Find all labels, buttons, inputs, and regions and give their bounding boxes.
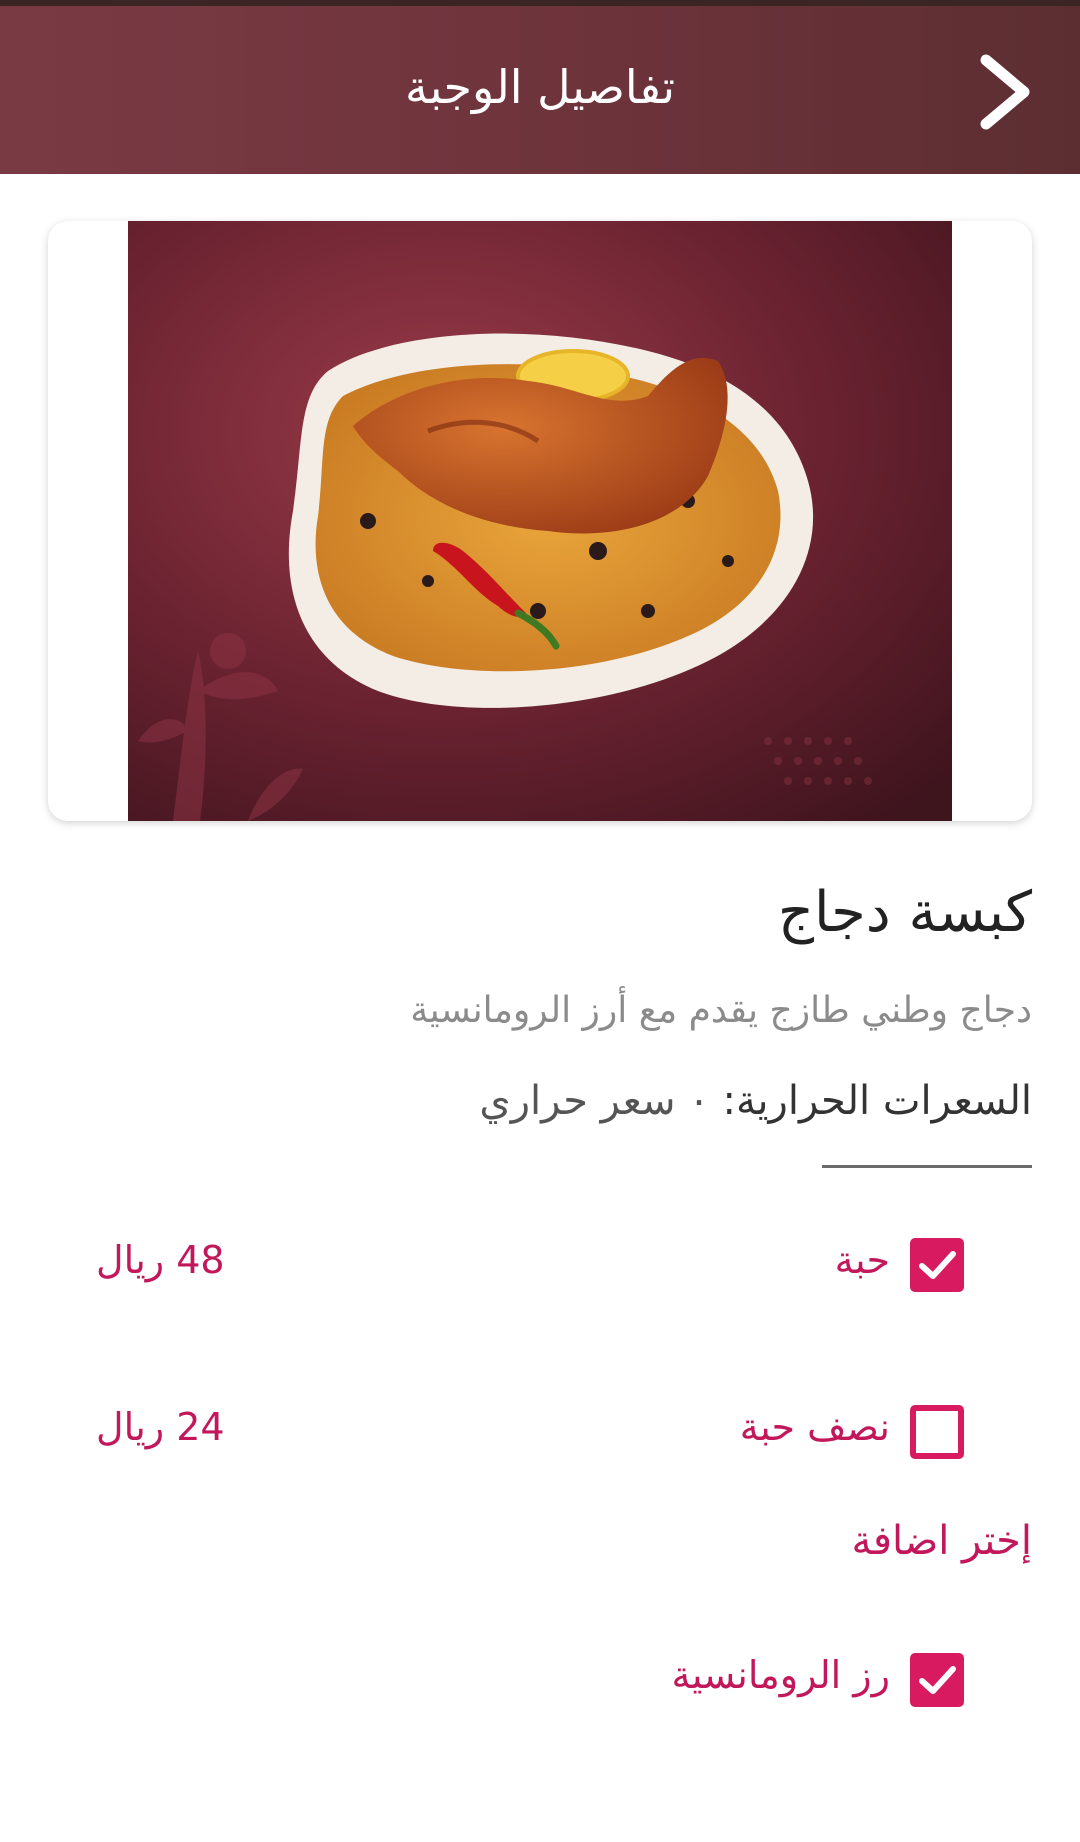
- addon-label-rice[interactable]: رز الرومانسية: [672, 1653, 890, 1697]
- meal-name: كبسة دجاج: [777, 880, 1032, 945]
- meal-image-card: [48, 221, 1032, 821]
- check-icon: [919, 1666, 956, 1694]
- size-label-whole[interactable]: حبة: [835, 1238, 890, 1282]
- addons-title: إختر اضافة: [851, 1518, 1032, 1564]
- size-checkbox-half[interactable]: [910, 1405, 964, 1459]
- addon-checkbox-rice[interactable]: [910, 1653, 964, 1707]
- chevron-right-icon: [980, 54, 1030, 130]
- back-button[interactable]: [972, 50, 1042, 134]
- app-bar: تفاصيل الوجبة: [0, 6, 1080, 174]
- size-price-whole: 48 ريال: [96, 1238, 225, 1282]
- meal-image: [128, 221, 952, 821]
- check-icon: [919, 1251, 956, 1279]
- page-title: تفاصيل الوجبة: [404, 60, 676, 114]
- divider: [822, 1165, 1032, 1168]
- size-price-half: 24 ريال: [96, 1405, 225, 1449]
- size-checkbox-whole[interactable]: [910, 1238, 964, 1292]
- calories-value: ٠ سعر حراري: [479, 1078, 710, 1124]
- size-label-half[interactable]: نصف حبة: [740, 1405, 890, 1449]
- meal-description: دجاج وطني طازج يقدم مع أرز الرومانسية: [410, 990, 1032, 1031]
- calories-info: السعرات الحرارية: ٠ سعر حراري: [479, 1078, 1032, 1124]
- calories-label: السعرات الحرارية:: [722, 1078, 1032, 1124]
